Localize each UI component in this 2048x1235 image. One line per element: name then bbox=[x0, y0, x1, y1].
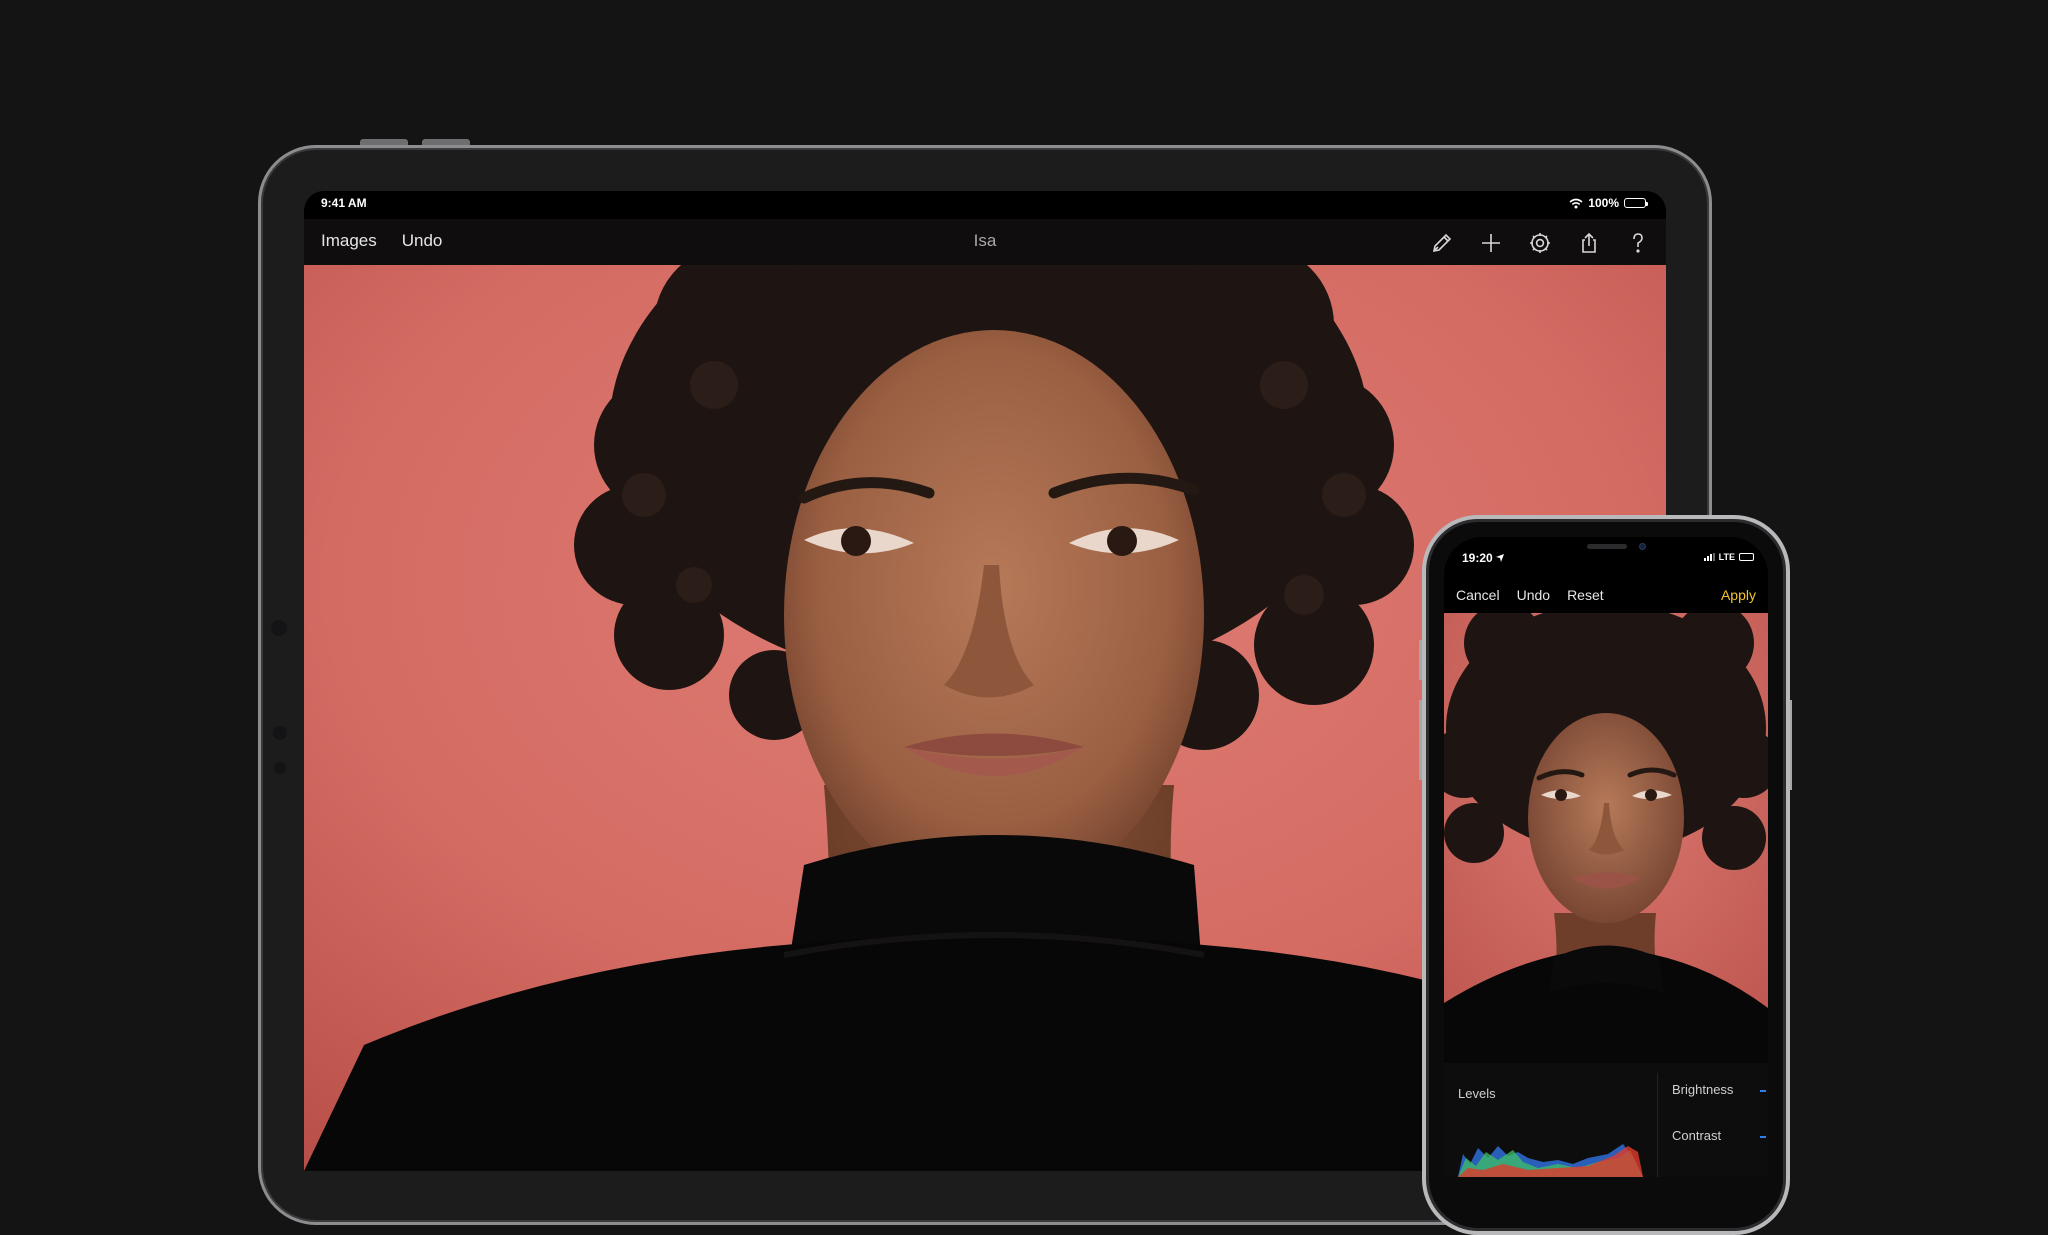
contrast-slider[interactable] bbox=[1760, 1136, 1766, 1138]
edit-icon[interactable] bbox=[1427, 228, 1456, 257]
network-type: LTE bbox=[1718, 552, 1735, 562]
cancel-button[interactable]: Cancel bbox=[1456, 587, 1500, 603]
iphone-status-time: 19:20 bbox=[1462, 551, 1505, 565]
undo-button[interactable]: Undo bbox=[1517, 587, 1550, 603]
contrast-label[interactable]: Contrast bbox=[1672, 1128, 1721, 1143]
settings-icon[interactable] bbox=[1525, 228, 1554, 257]
add-icon[interactable] bbox=[1476, 228, 1505, 257]
iphone-portrait-photo[interactable] bbox=[1444, 613, 1768, 1063]
reset-button[interactable]: Reset bbox=[1567, 587, 1604, 603]
location-icon bbox=[1496, 554, 1505, 562]
ipad-status-right: 100% bbox=[1569, 196, 1648, 210]
signal-icon bbox=[1703, 553, 1715, 561]
speaker-grille bbox=[1587, 544, 1627, 549]
ipad-status-bar: 9:41 AM 100% bbox=[304, 191, 1666, 219]
ipad-status-time: 9:41 AM bbox=[321, 196, 367, 210]
iphone-time-text: 19:20 bbox=[1462, 551, 1493, 565]
levels-histogram[interactable] bbox=[1458, 1128, 1643, 1177]
iphone-notch bbox=[1517, 537, 1695, 565]
ipad-sensor bbox=[273, 726, 287, 740]
ipad-sensor bbox=[274, 762, 286, 774]
ipad-toolbar: Images Undo Isa bbox=[304, 219, 1666, 265]
share-icon[interactable] bbox=[1574, 228, 1603, 257]
iphone-screen: 19:20 LTE Cancel Undo Reset Apply Levels… bbox=[1444, 537, 1768, 1177]
iphone-toolbar: Cancel Undo Reset Apply bbox=[1444, 577, 1768, 613]
panel-divider bbox=[1657, 1073, 1658, 1177]
wifi-icon bbox=[1569, 198, 1583, 208]
brightness-slider[interactable] bbox=[1760, 1090, 1766, 1092]
battery-icon bbox=[1624, 198, 1648, 208]
brightness-label[interactable]: Brightness bbox=[1672, 1082, 1733, 1097]
ipad-sensor bbox=[271, 620, 287, 636]
battery-icon bbox=[1739, 553, 1754, 561]
adjustments-panel: Levels Brightness Contrast bbox=[1444, 1063, 1768, 1177]
levels-label: Levels bbox=[1458, 1086, 1496, 1101]
help-icon[interactable] bbox=[1623, 228, 1652, 257]
apply-button[interactable]: Apply bbox=[1721, 587, 1756, 603]
camera-icon bbox=[1639, 543, 1646, 550]
ipad-battery-percent: 100% bbox=[1588, 196, 1619, 210]
